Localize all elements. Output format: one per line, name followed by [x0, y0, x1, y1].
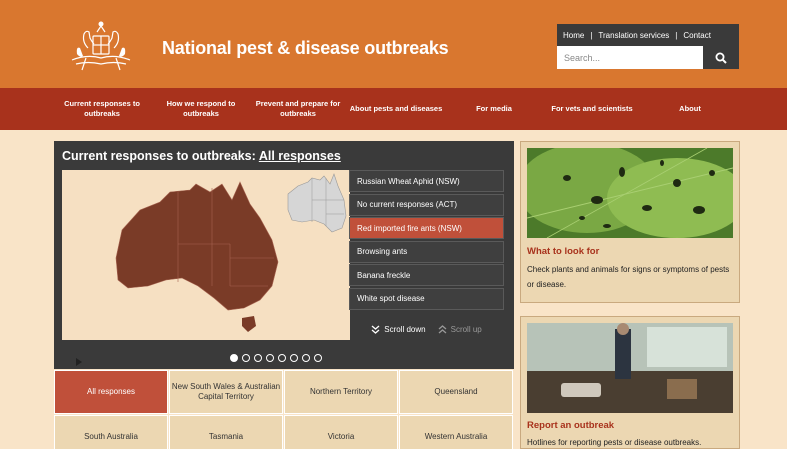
site-header: National pest & disease outbreaks Home |… [0, 0, 787, 88]
region-filter-grid: All responses New South Wales & Australi… [54, 370, 514, 449]
outbreak-item[interactable]: Browsing ants [349, 240, 504, 263]
inset-map [287, 173, 347, 233]
region-nsw-act[interactable]: New South Wales & Australian Capital Ter… [169, 370, 283, 414]
nav-about-pests[interactable]: About pests and diseases [348, 88, 444, 130]
carousel-dot-3[interactable] [254, 354, 262, 362]
card-title[interactable]: Report an outbreak [527, 420, 614, 431]
coat-of-arms-logo[interactable] [62, 18, 140, 74]
outbreak-item[interactable]: Banana freckle [349, 264, 504, 286]
double-chevron-down-icon [371, 325, 380, 334]
carousel-dot-5[interactable] [278, 354, 286, 362]
region-all-responses[interactable]: All responses [54, 370, 168, 414]
outbreak-map-panel: Current responses to outbreaks: All resp… [54, 141, 514, 369]
australia-mainland[interactable] [115, 181, 279, 311]
search-button[interactable] [703, 46, 739, 69]
office-phone-image [527, 323, 733, 413]
outbreak-list: Russian Wheat Aphid (NSW) No current res… [349, 170, 504, 311]
outbreak-item[interactable]: No current responses (ACT) [349, 193, 504, 216]
nav-prevent-prepare[interactable]: Prevent and prepare for outbreaks [250, 88, 346, 130]
report-outbreak-card[interactable]: Report an outbreak Hotlines for reportin… [520, 316, 740, 449]
card-text: Check plants and animals for signs or sy… [527, 265, 730, 289]
outbreak-item[interactable]: White spot disease [349, 287, 504, 310]
search-icon [715, 52, 727, 64]
carousel-dot-6[interactable] [290, 354, 298, 362]
card-title[interactable]: What to look for [527, 246, 599, 257]
utility-bar: Home | Translation services | Contact [557, 24, 739, 69]
double-chevron-up-icon [438, 324, 447, 333]
play-icon[interactable] [76, 358, 82, 366]
outbreak-item[interactable]: Russian Wheat Aphid (NSW) [349, 170, 504, 192]
region-queensland[interactable]: Queensland [399, 370, 513, 414]
nav-how-we-respond[interactable]: How we respond to outbreaks [160, 88, 242, 130]
region-western-australia[interactable]: Western Australia [399, 415, 513, 449]
map-heading-text: Current responses to outbreaks: [62, 149, 256, 163]
site-title[interactable]: National pest & disease outbreaks [162, 38, 449, 59]
region-south-australia[interactable]: South Australia [54, 415, 168, 449]
scroll-controls: Scroll down Scroll up [349, 318, 504, 340]
carousel-dot-1[interactable] [230, 354, 238, 362]
card-text: Hotlines for reporting pests or disease … [527, 438, 702, 447]
australia-map[interactable] [62, 170, 350, 366]
carousel-dot-4[interactable] [266, 354, 274, 362]
search-input[interactable] [557, 46, 703, 69]
all-responses-link[interactable]: All responses [259, 149, 341, 163]
scroll-down-button[interactable]: Scroll down [371, 324, 426, 334]
main-nav: Current responses to outbreaks How we re… [0, 88, 787, 130]
region-tasmania[interactable]: Tasmania [169, 415, 283, 449]
outbreak-item-active[interactable]: Red imported fire ants (NSW) [349, 217, 504, 239]
carousel-dot-8[interactable] [314, 354, 322, 362]
region-victoria[interactable]: Victoria [284, 415, 398, 449]
nav-for-media[interactable]: For media [456, 88, 532, 130]
nav-for-vets[interactable]: For vets and scientists [546, 88, 638, 130]
contact-link[interactable]: Contact [683, 31, 711, 40]
australia-map-graphic [115, 173, 347, 332]
what-to-look-for-card[interactable]: What to look for Check plants and animal… [520, 141, 740, 303]
leaf-damage-image [527, 148, 733, 238]
carousel-dot-7[interactable] [302, 354, 310, 362]
nav-about[interactable]: About [660, 88, 720, 130]
separator: | [675, 30, 678, 40]
nav-current-responses[interactable]: Current responses to outbreaks [58, 88, 146, 130]
carousel-dots [230, 354, 322, 362]
scroll-down-label: Scroll down [384, 324, 426, 334]
tasmania-shape[interactable] [242, 316, 256, 332]
home-link[interactable]: Home [563, 31, 584, 40]
separator: | [590, 30, 593, 40]
scroll-up-button[interactable]: Scroll up [438, 325, 482, 334]
utility-links: Home | Translation services | Contact [557, 24, 739, 46]
region-northern-territory[interactable]: Northern Territory [284, 370, 398, 414]
translation-services-link[interactable]: Translation services [598, 31, 669, 40]
scroll-up-label: Scroll up [450, 324, 482, 334]
carousel-dot-2[interactable] [242, 354, 250, 362]
map-heading: Current responses to outbreaks: All resp… [62, 149, 341, 163]
